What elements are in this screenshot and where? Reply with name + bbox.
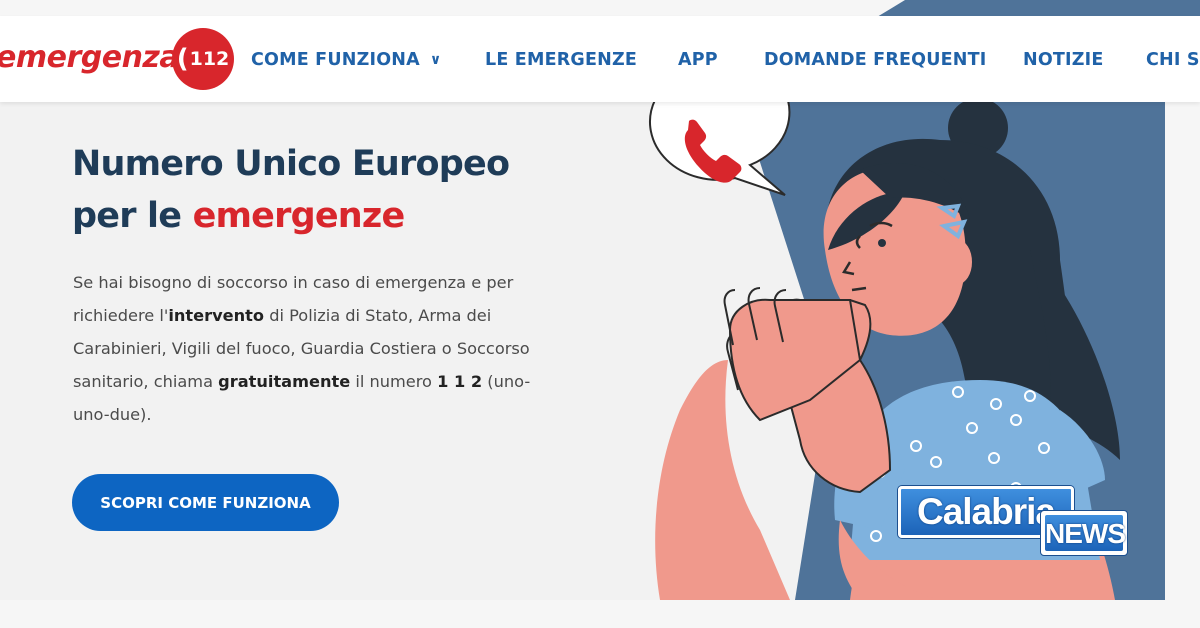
hero-description: Se hai bisogno di soccorso in caso di em… [73,266,593,431]
desc-line: Se hai bisogno di soccorso in caso di em… [73,273,514,292]
site-header: emergenza (112 COME FUNZIONA ∨ LE EMERGEN… [0,16,1200,102]
desc-line: sanitario, chiama [73,372,219,391]
nav-item-chi-siamo[interactable]: CHI SI [1146,50,1200,70]
brand-logo-text[interactable]: emergenza [0,40,180,75]
hero-title: Numero Unico Europeo per le emergenze [72,138,510,242]
hero-title-accent: emergenze [192,196,406,236]
nav-item-label: COME FUNZIONA [251,50,420,70]
desc-line: Carabinieri, Vigili del fuoco, Guardia C… [73,339,530,358]
nav-item-le-emergenze[interactable]: LE EMERGENZE [485,50,637,70]
nav-item-come-funziona[interactable]: COME FUNZIONA ∨ [251,50,441,70]
page-bottom-strip [0,600,1200,628]
desc-line: il numero [350,372,438,391]
desc-line: richiedere l' [73,306,169,325]
nav-item-domande-frequenti[interactable]: DOMANDE FREQUENTI [764,50,987,70]
hero-title-prefix: per le [72,196,193,236]
badge-number: 112 [189,48,230,70]
nav-item-app[interactable]: APP [678,50,718,70]
badge-paren: ( [176,44,189,74]
desc-bold: intervento [168,306,265,325]
desc-bold: gratuitamente [218,372,351,391]
desc-line: di Polizia di Stato, Arma dei [264,306,492,325]
chevron-down-icon: ∨ [429,52,442,68]
watermark-news: NEWS [1045,515,1126,551]
discover-how-it-works-button[interactable]: SCOPRI COME FUNZIONA [72,474,339,531]
desc-bold: 1 1 2 [437,372,483,391]
watermark-news-frame: NEWS [1040,510,1128,556]
hero-title-line1: Numero Unico Europeo [72,144,510,184]
desc-line: (uno- [482,372,531,391]
calabria-news-watermark: Calabria NEWS [898,486,1130,556]
page-edge-strip [1165,100,1200,600]
desc-line: uno-due). [73,405,152,424]
nav-item-notizie[interactable]: NOTIZIE [1023,50,1104,70]
brand-logo-badge[interactable]: (112 [172,28,234,90]
